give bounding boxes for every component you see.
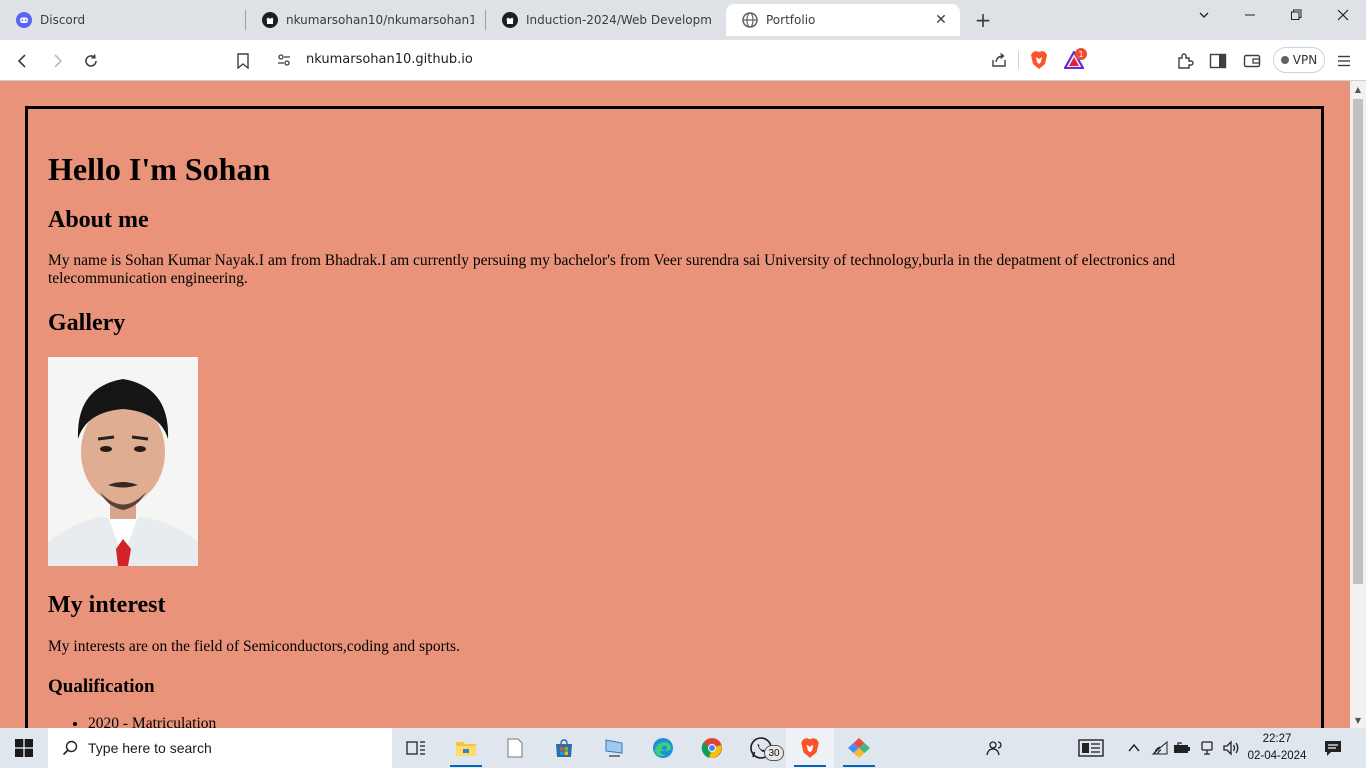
- battery-icon[interactable]: [1172, 728, 1192, 768]
- tab-strip: Discord nkumarsohan10/nkumarsohan10.git …: [0, 0, 1366, 40]
- taskbar-search-input[interactable]: Type here to search: [48, 728, 392, 768]
- qualification-heading: Qualification: [48, 676, 155, 697]
- close-tab-icon[interactable]: ✕: [932, 11, 950, 29]
- github-icon: [262, 12, 278, 28]
- microsoft-store-icon[interactable]: [540, 728, 588, 768]
- wifi-icon[interactable]: [1150, 728, 1170, 768]
- tab-search-chevron-icon[interactable]: [1181, 0, 1227, 30]
- scroll-up-icon[interactable]: ▲: [1350, 81, 1366, 97]
- clock-date: 02-04-2024: [1247, 750, 1307, 762]
- file-explorer-icon[interactable]: [442, 728, 490, 768]
- back-icon[interactable]: [10, 48, 36, 74]
- meet-now-icon[interactable]: [1197, 728, 1217, 768]
- page-viewport: Hello I'm Sohan About me My name is Soha…: [0, 81, 1350, 728]
- bookmark-icon[interactable]: [230, 48, 256, 74]
- wallet-icon[interactable]: [1239, 48, 1265, 74]
- tab-portfolio[interactable]: Portfolio ✕: [726, 4, 960, 36]
- git-app-icon[interactable]: [835, 728, 883, 768]
- about-text: My name is Sohan Kumar Nayak.I am from B…: [48, 252, 1176, 287]
- vpn-status-icon: [1280, 56, 1289, 64]
- scrollbar-thumb[interactable]: [1353, 99, 1363, 584]
- tab-title: Portfolio: [766, 13, 816, 27]
- tab-github-repo[interactable]: nkumarsohan10/nkumarsohan10.git: [246, 4, 484, 36]
- list-item: 2020 - Matriculation: [88, 715, 1248, 728]
- discord-icon: [16, 12, 32, 28]
- portfolio-page: Hello I'm Sohan About me My name is Soha…: [48, 129, 1248, 728]
- forward-icon[interactable]: [44, 48, 70, 74]
- taskbar-clock[interactable]: 22:27 02-04-2024: [1246, 731, 1308, 765]
- clock-time: 22:27: [1262, 733, 1292, 745]
- tab-title: nkumarsohan10/nkumarsohan10.git: [286, 13, 474, 27]
- vpn-label: VPN: [1292, 53, 1318, 67]
- chrome-icon[interactable]: [688, 728, 736, 768]
- share-icon[interactable]: [990, 51, 1008, 73]
- address-bar[interactable]: nkumarsohan10.github.io 1: [266, 45, 1092, 75]
- reload-icon[interactable]: [78, 48, 104, 74]
- windows-icon: [15, 739, 33, 757]
- this-pc-icon[interactable]: [590, 728, 638, 768]
- new-tab-button[interactable]: +: [970, 8, 996, 32]
- chevron-up-icon[interactable]: [1126, 728, 1142, 768]
- task-view-icon[interactable]: [392, 728, 440, 768]
- interest-text: My interests are on the field of Semicon…: [48, 638, 460, 655]
- globe-icon: [742, 12, 758, 28]
- profile-photo: [48, 357, 198, 566]
- tab-title: Discord: [40, 13, 86, 27]
- windows-taskbar: Type here to search 30 22:27 02-04-2024: [0, 728, 1366, 768]
- scroll-down-icon[interactable]: ▼: [1350, 712, 1366, 728]
- restore-icon[interactable]: [1273, 0, 1319, 30]
- extensions-icon[interactable]: [1172, 48, 1198, 74]
- notifications-icon[interactable]: [1320, 728, 1346, 768]
- content-border-box: Hello I'm Sohan About me My name is Soha…: [25, 106, 1324, 728]
- menu-icon[interactable]: [1331, 48, 1357, 74]
- site-settings-icon[interactable]: [276, 52, 292, 72]
- brave-browser-icon[interactable]: [786, 728, 834, 768]
- start-button[interactable]: [0, 728, 48, 768]
- url-divider: [1018, 51, 1019, 69]
- volume-icon[interactable]: [1220, 728, 1242, 768]
- sidebar-icon[interactable]: [1205, 48, 1231, 74]
- news-widget-icon[interactable]: [1076, 728, 1106, 768]
- whatsapp-badge: 30: [764, 745, 784, 761]
- minimize-icon[interactable]: [1227, 0, 1273, 30]
- rewards-badge: 1: [1075, 48, 1087, 60]
- close-window-icon[interactable]: [1320, 0, 1366, 30]
- tab-discord[interactable]: Discord: [0, 4, 244, 36]
- qualification-list: 2020 - Matriculation: [88, 715, 1248, 728]
- page-title: Hello I'm Sohan: [48, 151, 271, 187]
- page-scrollbar[interactable]: ▲ ▼: [1350, 81, 1366, 728]
- interest-heading: My interest: [48, 592, 166, 618]
- tab-github-induction[interactable]: Induction-2024/Web Development/T: [486, 4, 722, 36]
- brave-shields-icon[interactable]: [1030, 50, 1048, 74]
- tab-title: Induction-2024/Web Development/T: [526, 13, 712, 27]
- gallery-heading: Gallery: [48, 310, 126, 336]
- people-icon[interactable]: [982, 728, 1008, 768]
- github-icon: [502, 12, 518, 28]
- vpn-button[interactable]: VPN: [1273, 47, 1325, 73]
- about-heading: About me: [48, 207, 149, 233]
- search-icon: [62, 740, 78, 756]
- url-text: nkumarsohan10.github.io: [306, 52, 473, 67]
- edge-icon[interactable]: [639, 728, 687, 768]
- notepad-icon[interactable]: [491, 728, 539, 768]
- search-placeholder: Type here to search: [88, 740, 212, 756]
- browser-toolbar: nkumarsohan10.github.io 1 VPN: [0, 40, 1366, 81]
